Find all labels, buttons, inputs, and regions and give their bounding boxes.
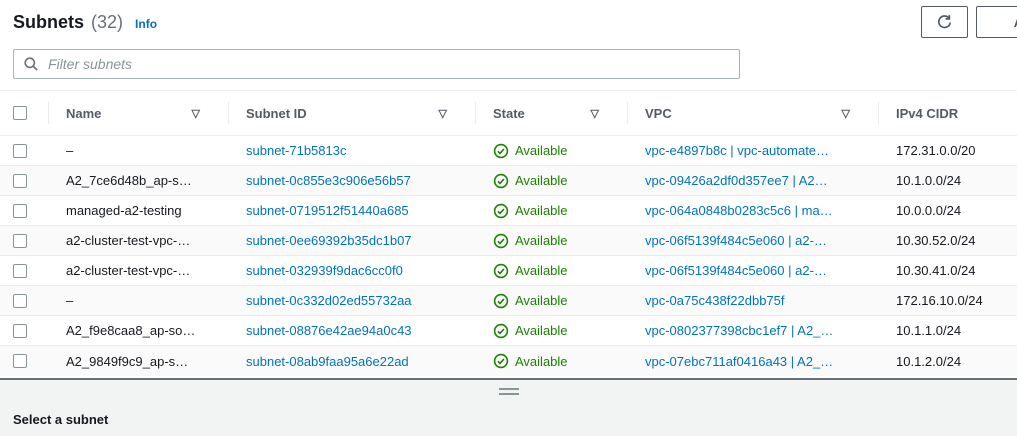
refresh-button[interactable] — [921, 6, 968, 38]
refresh-icon — [936, 14, 953, 31]
row-checkbox[interactable] — [13, 144, 27, 158]
table-row: A2_7ce6d48b_ap-s… subnet-0c855e3c906e56b… — [0, 166, 1017, 196]
panel-resize-handle[interactable] — [499, 388, 519, 398]
subnet-name: – — [48, 136, 228, 165]
available-status-icon — [493, 323, 509, 339]
table-row: A2_9849f9c9_ap-s… subnet-08ab9faa95a6e22… — [0, 346, 1017, 376]
row-checkbox[interactable] — [13, 204, 27, 218]
subnet-id-link[interactable]: subnet-71b5813c — [246, 143, 346, 158]
vpc-link[interactable]: vpc-06f5139f484c5e060 | a2-… — [645, 233, 827, 248]
ipv4-cidr: 10.30.41.0/24 — [878, 256, 1017, 285]
sort-icon[interactable]: ▽ — [842, 107, 850, 120]
subnet-id-link[interactable]: subnet-032939f9dac6cc0f0 — [246, 263, 403, 278]
ipv4-cidr: 10.30.52.0/24 — [878, 226, 1017, 255]
table-row: a2-cluster-test-vpc-… subnet-032939f9dac… — [0, 256, 1017, 286]
row-checkbox[interactable] — [13, 354, 27, 368]
vpc-link[interactable]: vpc-0802377398cbc1ef7 | A2_… — [645, 323, 833, 338]
subnet-state: Available — [475, 316, 627, 345]
subnet-state: Available — [475, 226, 627, 255]
available-status-icon — [493, 293, 509, 309]
filter-bar — [13, 49, 740, 79]
column-header-vpc[interactable]: VPC ▽ — [627, 91, 878, 135]
ipv4-cidr: 10.0.0.0/24 — [878, 196, 1017, 225]
vpc-link[interactable]: vpc-07ebc711af0416a43 | A2_… — [645, 354, 833, 369]
table-row: a2-cluster-test-vpc-… subnet-0ee69392b35… — [0, 226, 1017, 256]
available-status-icon — [493, 173, 509, 189]
subnet-id-link[interactable]: subnet-0c332d02ed55732aa — [246, 293, 412, 308]
subnet-state: Available — [475, 346, 627, 376]
sort-icon[interactable]: ▽ — [439, 107, 447, 120]
subnet-id-link[interactable]: subnet-08876e42ae94a0c43 — [246, 323, 412, 338]
table-row: A2_f9e8caa8_ap-so… subnet-08876e42ae94a0… — [0, 316, 1017, 346]
vpc-link[interactable]: vpc-0a75c438f22dbb75f — [645, 293, 785, 308]
column-header-ipv4-cidr[interactable]: IPv4 CIDR — [878, 91, 1017, 135]
available-status-icon — [493, 233, 509, 249]
column-header-state[interactable]: State ▽ — [475, 91, 627, 135]
subnet-state: Available — [475, 166, 627, 195]
subnet-state: Available — [475, 256, 627, 285]
ipv4-cidr: 10.1.1.0/24 — [878, 316, 1017, 345]
column-header-subnet-id[interactable]: Subnet ID ▽ — [228, 91, 475, 135]
row-checkbox[interactable] — [13, 324, 27, 338]
subnet-id-link[interactable]: subnet-08ab9faa95a6e22ad — [246, 354, 409, 369]
available-status-icon — [493, 143, 509, 159]
sort-icon[interactable]: ▽ — [192, 107, 200, 120]
filter-subnets-input[interactable] — [13, 49, 740, 79]
subnets-table: Name ▽ Subnet ID ▽ State ▽ VPC ▽ IPv4 CI… — [0, 90, 1017, 376]
actions-button[interactable]: Ac — [976, 6, 1017, 38]
table-row: – subnet-71b5813c Available vpc-e4897b8c… — [0, 136, 1017, 166]
subnet-name: A2_f9e8caa8_ap-so… — [48, 316, 228, 345]
vpc-link[interactable]: vpc-09426a2df0d357ee7 | A2… — [645, 173, 828, 188]
subnets-page: Subnets (32) Info Ac Name ▽ — [0, 0, 1017, 436]
subnet-state: Available — [475, 196, 627, 225]
subnet-state: Available — [475, 286, 627, 315]
subnet-name: A2_7ce6d48b_ap-s… — [48, 166, 228, 195]
page-header: Subnets (32) Info — [13, 12, 157, 33]
table-body: – subnet-71b5813c Available vpc-e4897b8c… — [0, 136, 1017, 376]
available-status-icon — [493, 203, 509, 219]
ipv4-cidr: 172.16.10.0/24 — [878, 286, 1017, 315]
resource-count: (32) — [91, 12, 123, 33]
row-checkbox[interactable] — [13, 174, 27, 188]
available-status-icon — [493, 263, 509, 279]
table-row: – subnet-0c332d02ed55732aa Available vpc… — [0, 286, 1017, 316]
sort-icon[interactable]: ▽ — [591, 107, 599, 120]
vpc-link[interactable]: vpc-e4897b8c | vpc-automate… — [645, 143, 829, 158]
subnet-id-link[interactable]: subnet-0c855e3c906e56b57 — [246, 173, 411, 188]
subnet-name: A2_9849f9c9_ap-s… — [48, 346, 228, 376]
column-header-name[interactable]: Name ▽ — [48, 91, 228, 135]
table-row: managed-a2-testing subnet-0719512f51440a… — [0, 196, 1017, 226]
select-subnet-prompt: Select a subnet — [13, 412, 108, 427]
ipv4-cidr: 10.1.2.0/24 — [878, 346, 1017, 376]
available-status-icon — [493, 353, 509, 369]
row-checkbox[interactable] — [13, 264, 27, 278]
ipv4-cidr: 172.31.0.0/20 — [878, 136, 1017, 165]
subnet-name: a2-cluster-test-vpc-… — [48, 226, 228, 255]
table-header-row: Name ▽ Subnet ID ▽ State ▽ VPC ▽ IPv4 CI… — [0, 90, 1017, 136]
subnet-name: – — [48, 286, 228, 315]
row-checkbox[interactable] — [13, 294, 27, 308]
detail-panel: Select a subnet — [0, 378, 1017, 436]
info-link[interactable]: Info — [135, 17, 157, 31]
subnet-name: a2-cluster-test-vpc-… — [48, 256, 228, 285]
subnet-id-link[interactable]: subnet-0ee69392b35dc1b07 — [246, 233, 412, 248]
vpc-link[interactable]: vpc-06f5139f484c5e060 | a2-… — [645, 263, 827, 278]
subnet-state: Available — [475, 136, 627, 165]
vpc-link[interactable]: vpc-064a0848b0283c5c6 | ma… — [645, 203, 833, 218]
subnet-name: managed-a2-testing — [48, 196, 228, 225]
page-title: Subnets — [13, 12, 84, 33]
subnet-id-link[interactable]: subnet-0719512f51440a685 — [246, 203, 409, 218]
ipv4-cidr: 10.1.0.0/24 — [878, 166, 1017, 195]
row-checkbox[interactable] — [13, 234, 27, 248]
select-all-checkbox[interactable] — [13, 106, 27, 120]
